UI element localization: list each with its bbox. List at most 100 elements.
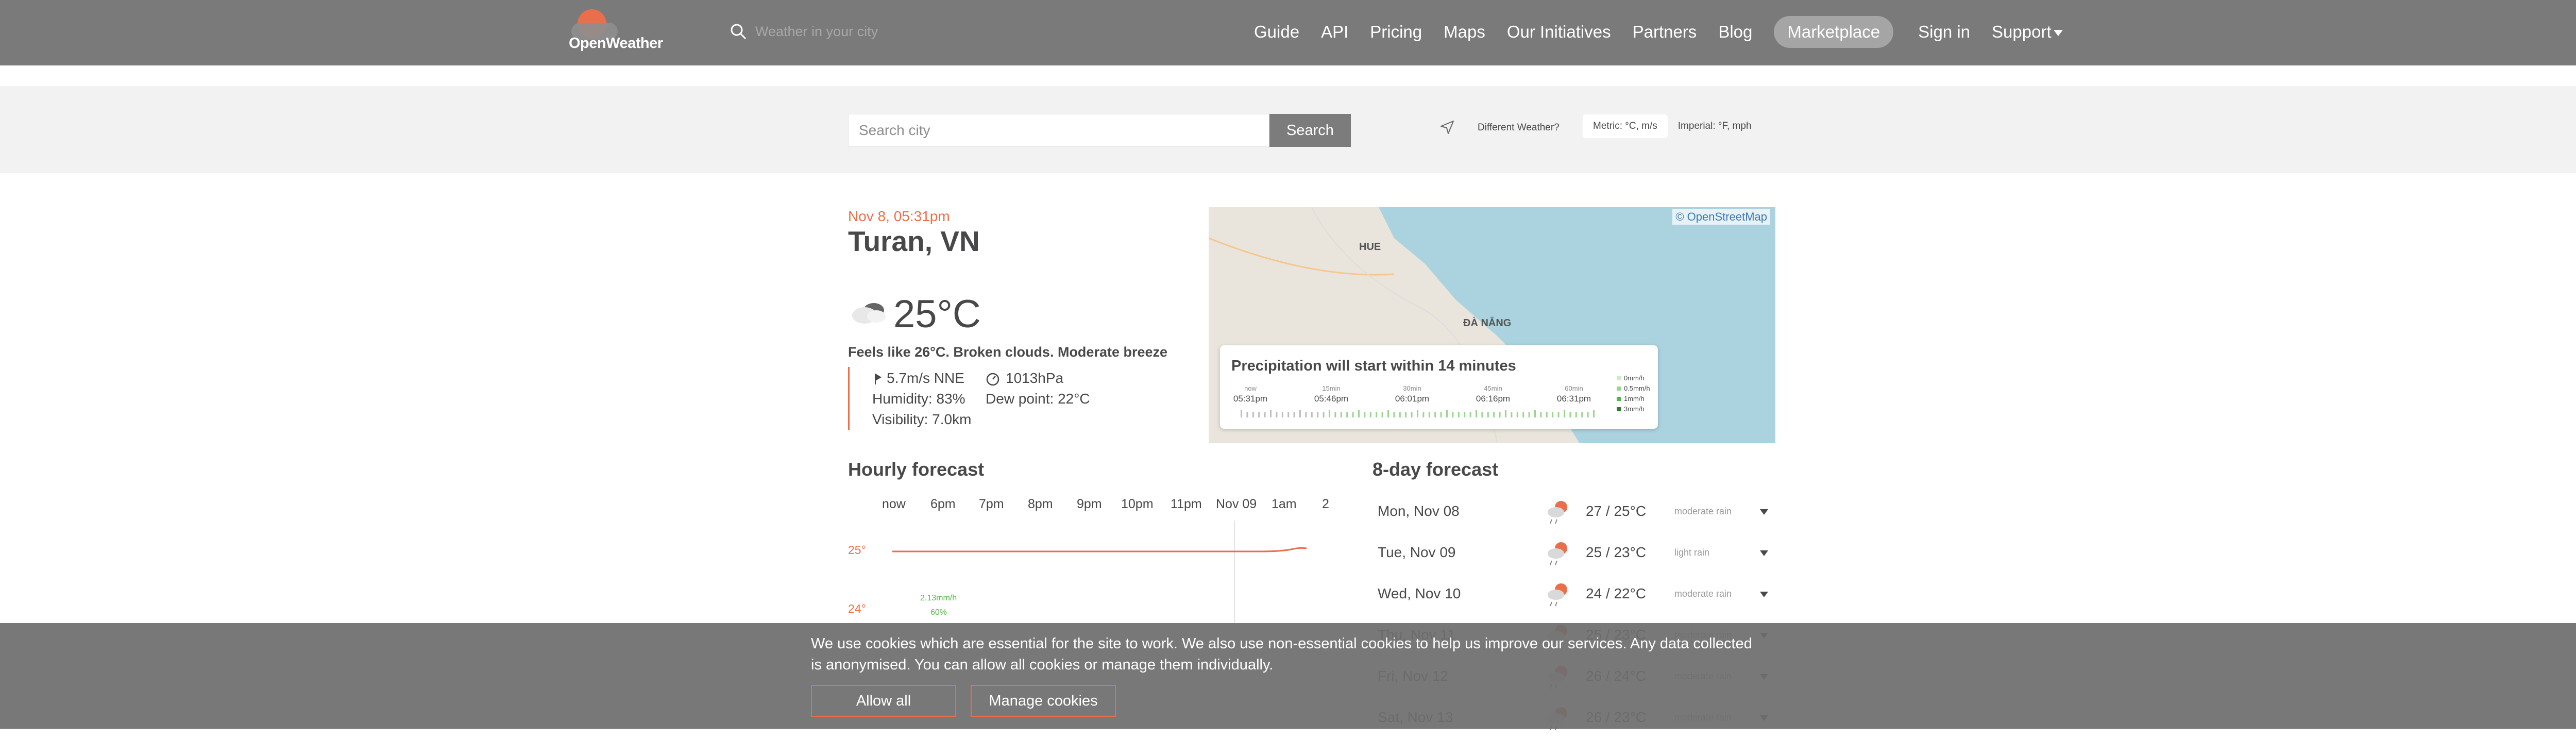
nav-partners[interactable]: Partners — [1633, 22, 1697, 42]
feels-like-summary: Feels like 26°C. Broken clouds. Moderate… — [848, 344, 1168, 360]
hour-label: Nov 09 — [1216, 497, 1257, 511]
precip-minute-mark — [1440, 412, 1442, 417]
nav-sign-in[interactable]: Sign in — [1918, 22, 1970, 42]
precip-tick-45: 45min — [1484, 384, 1502, 392]
nav-our-initiatives[interactable]: Our Initiatives — [1507, 22, 1611, 42]
hourly-y-label-24: 24° — [848, 602, 866, 615]
nav-api[interactable]: API — [1321, 22, 1348, 42]
search-city-input[interactable] — [848, 114, 1269, 147]
chevron-down-icon[interactable] — [1760, 509, 1768, 515]
precip-minute-mark — [1575, 412, 1577, 417]
precip-minute-mark — [1334, 412, 1336, 417]
rain-cloud-icon — [1548, 501, 1567, 524]
manage-cookies-button[interactable]: Manage cookies — [971, 685, 1116, 717]
precip-minute-mark — [1393, 412, 1395, 417]
map-attribution-link[interactable]: © OpenStreetMap — [1672, 209, 1770, 225]
precip-minute-mark — [1587, 412, 1589, 417]
different-weather-link[interactable]: Different Weather? — [1478, 122, 1560, 133]
hourly-chart: 25° 24° 2.13mm/h 60% — [848, 521, 1337, 634]
precip-minute-mark — [1276, 412, 1278, 417]
precip-tick-15: 15min — [1322, 384, 1341, 392]
chevron-down-icon[interactable] — [1760, 592, 1768, 597]
precip-minute-mark — [1540, 412, 1542, 417]
precip-minute-mark — [1417, 410, 1418, 417]
search-icon[interactable] — [730, 23, 747, 40]
allow-all-cookies-button[interactable]: Allow all — [811, 685, 956, 717]
precip-minute-mark — [1241, 410, 1242, 417]
precip-tick-60: 60min — [1565, 384, 1583, 392]
wind-direction-icon — [875, 373, 882, 384]
precip-minute-mark — [1346, 412, 1348, 417]
precip-minute-mark — [1281, 412, 1283, 417]
daily-forecast-row[interactable]: Tue, Nov 09 25 / 23°C light rain — [1372, 534, 1775, 573]
precip-minute-mark — [1557, 412, 1560, 417]
precip-minute-mark — [1593, 410, 1595, 417]
weather-map[interactable]: HUE ĐÀ NẴNG © OpenStreetMap Precipitatio… — [1209, 207, 1775, 443]
pressure-gauge-icon — [986, 373, 999, 386]
precip-minute-mark — [1464, 412, 1466, 417]
precip-minute-mark — [1293, 412, 1295, 417]
precip-minute-mark — [1469, 412, 1471, 417]
precip-minute-mark — [1534, 410, 1536, 417]
precip-minute-mark — [1522, 412, 1524, 417]
precip-minute-mark — [1399, 412, 1401, 417]
hour-label: 6pm — [930, 497, 956, 511]
hourly-forecast-title: Hourly forecast — [848, 459, 985, 480]
unit-imperial[interactable]: Imperial: °F, mph — [1668, 114, 1762, 138]
daily-forecast-row[interactable]: Mon, Nov 08 27 / 25°C moderate rain — [1372, 493, 1775, 532]
nav-guide[interactable]: Guide — [1254, 22, 1299, 42]
precip-tick-now: now — [1244, 384, 1257, 392]
unit-metric[interactable]: Metric: °C, m/s — [1583, 114, 1668, 138]
visibility-value: Visibility: 7.0km — [872, 411, 972, 427]
precip-time-2: 06:01pm — [1395, 394, 1430, 404]
nav-blog[interactable]: Blog — [1718, 22, 1752, 42]
precip-minute-mark — [1493, 412, 1495, 417]
hour-label: 1am — [1272, 497, 1297, 511]
precip-minute-mark — [1569, 412, 1571, 417]
precip-minute-mark — [1499, 412, 1501, 417]
location-arrow-icon[interactable] — [1439, 120, 1455, 135]
logo-text: OpenWeather — [569, 35, 663, 52]
precip-minute-mark — [1329, 410, 1330, 417]
nav-maps[interactable]: Maps — [1444, 22, 1485, 42]
precip-minute-mark — [1323, 412, 1325, 417]
openweather-logo[interactable]: OpenWeather — [569, 9, 672, 56]
nav-marketplace[interactable]: Marketplace — [1774, 16, 1894, 48]
precip-minute-mark — [1340, 412, 1342, 417]
weather-details: 5.7m/s NNE 1013hPa Humidity: 83% Dew poi… — [848, 367, 1090, 430]
precip-minute-mark — [1422, 412, 1425, 417]
hour-label: now — [882, 497, 906, 511]
precip-minute-mark — [1528, 412, 1530, 417]
nav-pricing[interactable]: Pricing — [1370, 22, 1422, 42]
precip-minute-mark — [1252, 412, 1254, 417]
precip-minute-mark — [1516, 412, 1518, 417]
nav-support[interactable]: Support — [1992, 22, 2063, 42]
precipitation-popup: Precipitation will start within 14 minut… — [1220, 345, 1658, 429]
rain-cloud-icon — [1548, 583, 1567, 607]
precip-legend-0: 0mm/h — [1617, 374, 1645, 382]
daily-day-name: Tue, Nov 09 — [1378, 544, 1456, 560]
precip-minute-mark — [1305, 412, 1307, 417]
precip-legend-2: 1mm/h — [1617, 395, 1645, 402]
hourly-precip-label: 2.13mm/h — [920, 594, 957, 602]
precip-minute-mark — [1270, 410, 1272, 417]
precip-minute-mark — [1581, 412, 1583, 417]
precip-minute-mark — [1387, 410, 1389, 417]
header-search — [730, 20, 961, 43]
daily-forecast-row[interactable]: Wed, Nov 10 24 / 22°C moderate rain — [1372, 575, 1775, 614]
precip-time-0: 05:31pm — [1233, 394, 1268, 404]
chevron-down-icon — [2053, 30, 2063, 37]
precip-minute-mark — [1487, 412, 1489, 417]
precip-time-3: 06:16pm — [1476, 394, 1511, 404]
precip-timeline — [1241, 410, 1595, 417]
search-button[interactable]: Search — [1269, 114, 1351, 147]
precip-minute-mark — [1364, 412, 1366, 417]
header-search-input[interactable] — [754, 20, 960, 43]
hourly-time-axis: now 6pm 7pm 8pm 9pm 10pm 11pm Nov 09 1am… — [882, 497, 1335, 517]
nav-support-label: Support — [1992, 22, 2052, 41]
chevron-down-icon[interactable] — [1760, 550, 1768, 556]
precip-minute-mark — [1405, 412, 1407, 417]
precip-minute-mark — [1264, 412, 1266, 417]
main-nav: Guide API Pricing Maps Our Initiatives P… — [1254, 15, 2063, 48]
wind-value: 5.7m/s NNE — [887, 370, 964, 386]
